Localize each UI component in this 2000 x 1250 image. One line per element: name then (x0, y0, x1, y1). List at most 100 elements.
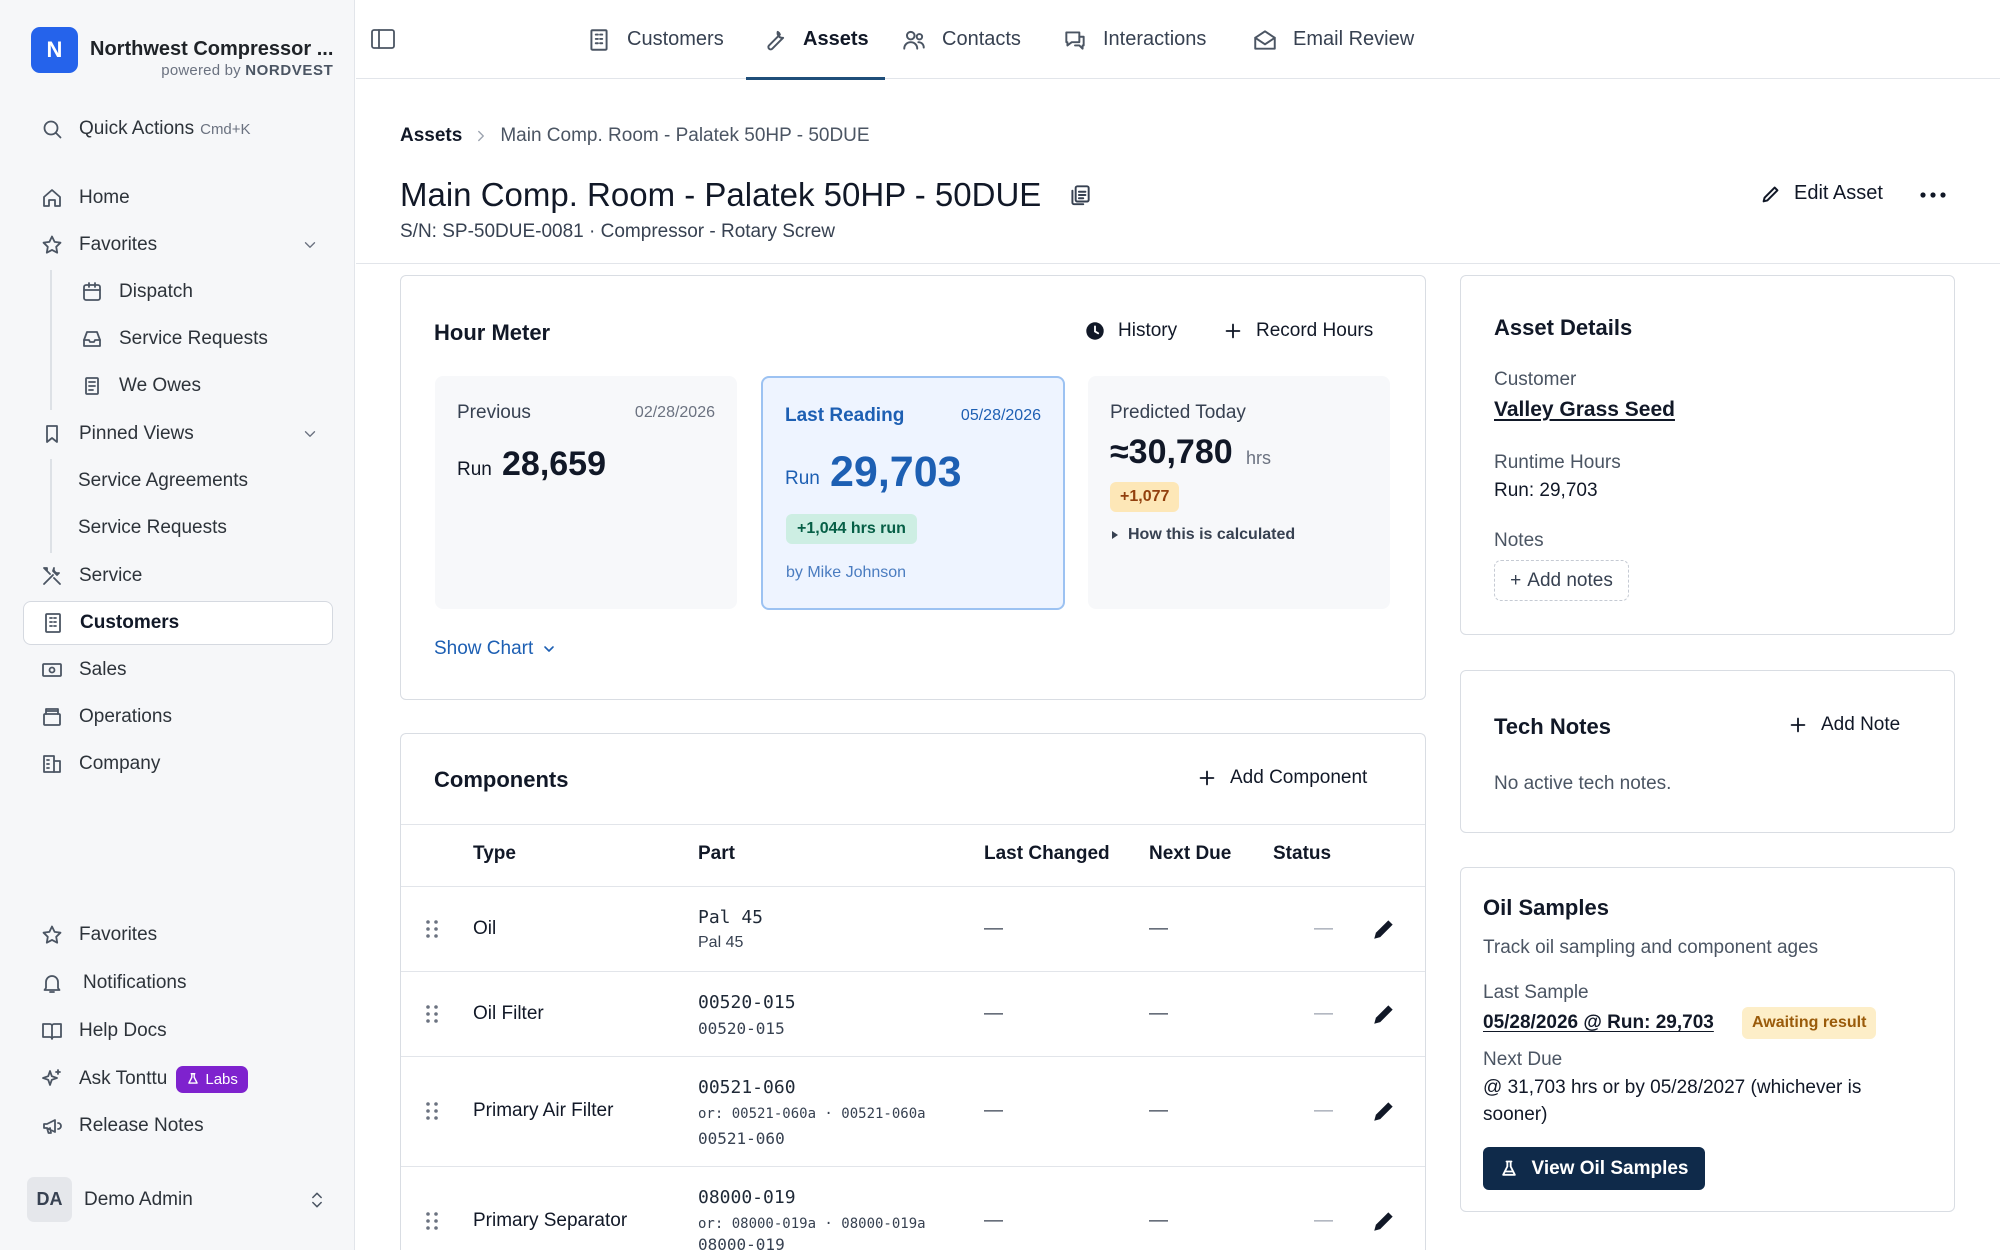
column-header-next-due[interactable]: Next Due (1149, 843, 1231, 865)
drag-handle-icon[interactable] (423, 1100, 441, 1122)
sidebar-item-label: Service Agreements (78, 470, 249, 491)
sidebar-item-customers[interactable]: Customers (23, 601, 333, 645)
sidebar-item-label: Ask Tonttu (79, 1068, 168, 1089)
chevron-down-icon (544, 646, 555, 652)
predicted-label: Predicted Today (1110, 402, 1246, 423)
sidebar-item-sales[interactable]: Sales (23, 648, 333, 692)
flask-icon (188, 1073, 199, 1084)
sidebar-item-company[interactable]: Company (23, 742, 333, 786)
sidebar-item-we-owes[interactable]: We Owes (43, 364, 333, 408)
tab-customers[interactable]: Customers (586, 0, 724, 79)
table-row[interactable]: Oil Pal 45 Pal 45 — — — (401, 886, 1425, 971)
edit-pencil-icon[interactable] (1371, 1098, 1397, 1124)
sidebar-item-pinned-service-requests[interactable]: Service Requests (43, 506, 333, 550)
bookmark-icon (46, 425, 58, 443)
chevron-down-icon[interactable] (301, 425, 319, 443)
component-type: Primary Separator (473, 1210, 628, 1231)
tab-label: Interactions (1103, 28, 1207, 50)
receipt-icon (85, 377, 99, 395)
edit-asset-button[interactable]: Edit Asset (1760, 182, 1883, 205)
component-part-sub: 00520-015 (698, 1019, 785, 1038)
add-notes-button[interactable]: + Add notes (1494, 560, 1629, 601)
sidebar-item-service[interactable]: Service (23, 554, 333, 598)
sidebar-item-home[interactable]: Home (23, 176, 333, 220)
inbox-icon (83, 331, 101, 347)
sidebar-item-service-agreements[interactable]: Service Agreements (43, 459, 333, 503)
column-header-last-changed[interactable]: Last Changed (984, 843, 1110, 865)
add-component-button[interactable]: Add Component (1196, 767, 1367, 789)
chevron-up-down-icon[interactable] (307, 1190, 327, 1210)
add-note-button[interactable]: Add Note (1787, 714, 1900, 736)
last-reading-author: by Mike Johnson (786, 564, 907, 581)
asset-subtitle: S/N: SP-50DUE-0081 · Compressor - Rotary… (400, 221, 836, 242)
sidebar-item-help-docs[interactable]: Help Docs (23, 1009, 333, 1053)
cash-icon (42, 663, 62, 677)
last-sample-link[interactable]: 05/28/2026 @ Run: 29,703 (1483, 1012, 1714, 1034)
user-menu[interactable]: DA Demo Admin (27, 1177, 327, 1222)
sidebar-item-label: Service (79, 565, 143, 586)
customer-link[interactable]: Valley Grass Seed (1494, 398, 1675, 422)
tab-interactions[interactable]: Interactions (1062, 0, 1206, 79)
asset-details-title: Asset Details (1494, 315, 1633, 340)
chevron-down-icon[interactable] (301, 236, 319, 254)
edit-pencil-icon[interactable] (1371, 1208, 1397, 1234)
last-run-label: Run (785, 468, 820, 489)
notes-label: Notes (1494, 530, 1544, 551)
sidebar-item-label: Sales (79, 659, 127, 680)
component-part-alternates: or: 00521-060a · 00521-060a (698, 1106, 926, 1122)
drag-handle-icon[interactable] (423, 918, 441, 940)
sidebar-item-bottom-favorites[interactable]: Favorites (23, 913, 333, 957)
predicted-delta-badge: +1,077 (1110, 482, 1180, 512)
sidebar-item-dispatch[interactable]: Dispatch (43, 270, 333, 314)
column-header-part[interactable]: Part (698, 843, 735, 865)
last-sample-label: Last Sample (1483, 982, 1589, 1003)
table-row[interactable]: Primary Air Filter 00521-060 or: 00521-0… (401, 1056, 1425, 1166)
sidebar-item-release-notes[interactable]: Release Notes (23, 1104, 333, 1148)
quick-actions[interactable]: Quick Actions Cmd+K (23, 107, 333, 151)
status-badge: Awaiting result (1742, 1007, 1877, 1039)
archive-icon (43, 708, 61, 726)
history-button[interactable]: History (1084, 320, 1177, 342)
brand[interactable]: N Northwest Compressor ... powered by NO… (31, 27, 333, 79)
sidebar-item-favorites[interactable]: Favorites (23, 223, 333, 267)
table-row[interactable]: Oil Filter 00520-015 00520-015 — — — (401, 971, 1425, 1056)
building-icon (45, 613, 61, 633)
record-hours-button[interactable]: Record Hours (1222, 320, 1373, 342)
previous-value: 28,659 (502, 445, 606, 483)
edit-pencil-icon[interactable] (1371, 1001, 1397, 1027)
view-oil-samples-button[interactable]: View Oil Samples (1483, 1147, 1705, 1190)
more-icon[interactable] (1918, 182, 1948, 208)
labs-badge: Labs (176, 1065, 248, 1093)
drag-handle-icon[interactable] (423, 1003, 441, 1025)
sidebar-item-pinned-views[interactable]: Pinned Views (23, 412, 333, 456)
add-component-label: Add Component (1230, 767, 1368, 788)
column-header-status[interactable]: Status (1273, 843, 1331, 865)
tab-label: Email Review (1293, 28, 1415, 50)
breadcrumb-assets-link[interactable]: Assets (400, 125, 462, 147)
copy-icon[interactable] (1067, 182, 1093, 208)
column-header-type[interactable]: Type (473, 843, 516, 865)
drag-handle-icon[interactable] (423, 1210, 441, 1232)
users-icon (903, 30, 925, 50)
component-part-alternates: or: 08000-019a · 08000-019a (698, 1216, 926, 1232)
show-chart-toggle[interactable]: Show Chart (434, 638, 557, 660)
sidebar-item-ask-tonttu[interactable]: Ask Tonttu Labs (23, 1057, 333, 1101)
sidebar-item-service-requests[interactable]: Service Requests (43, 317, 333, 361)
component-type: Oil (473, 918, 497, 939)
mail-open-icon (1254, 29, 1276, 50)
breadcrumb-current: Main Comp. Room - Palatek 50HP - 50DUE (500, 125, 870, 146)
runtime-value: Run: 29,703 (1494, 480, 1598, 501)
sidebar-item-label: Help Docs (79, 1020, 167, 1041)
caret-right-icon (1112, 531, 1118, 539)
table-row[interactable]: Primary Separator 08000-019 or: 08000-01… (401, 1166, 1425, 1250)
sidebar-item-operations[interactable]: Operations (23, 695, 333, 739)
how-calculated-toggle[interactable]: How this is calculated (1110, 526, 1295, 544)
tab-email-review[interactable]: Email Review (1252, 0, 1414, 79)
sidebar-item-notifications[interactable]: Notifications (23, 961, 333, 1005)
sidebar-toggle-icon[interactable] (370, 27, 396, 51)
tab-assets[interactable]: Assets (746, 0, 885, 80)
tab-contacts[interactable]: Contacts (901, 0, 1021, 79)
predicted-today-tile: Predicted Today ≈30,780 hrs +1,077 How t… (1088, 376, 1390, 609)
edit-asset-label: Edit Asset (1794, 182, 1883, 204)
edit-pencil-icon[interactable] (1371, 916, 1397, 942)
